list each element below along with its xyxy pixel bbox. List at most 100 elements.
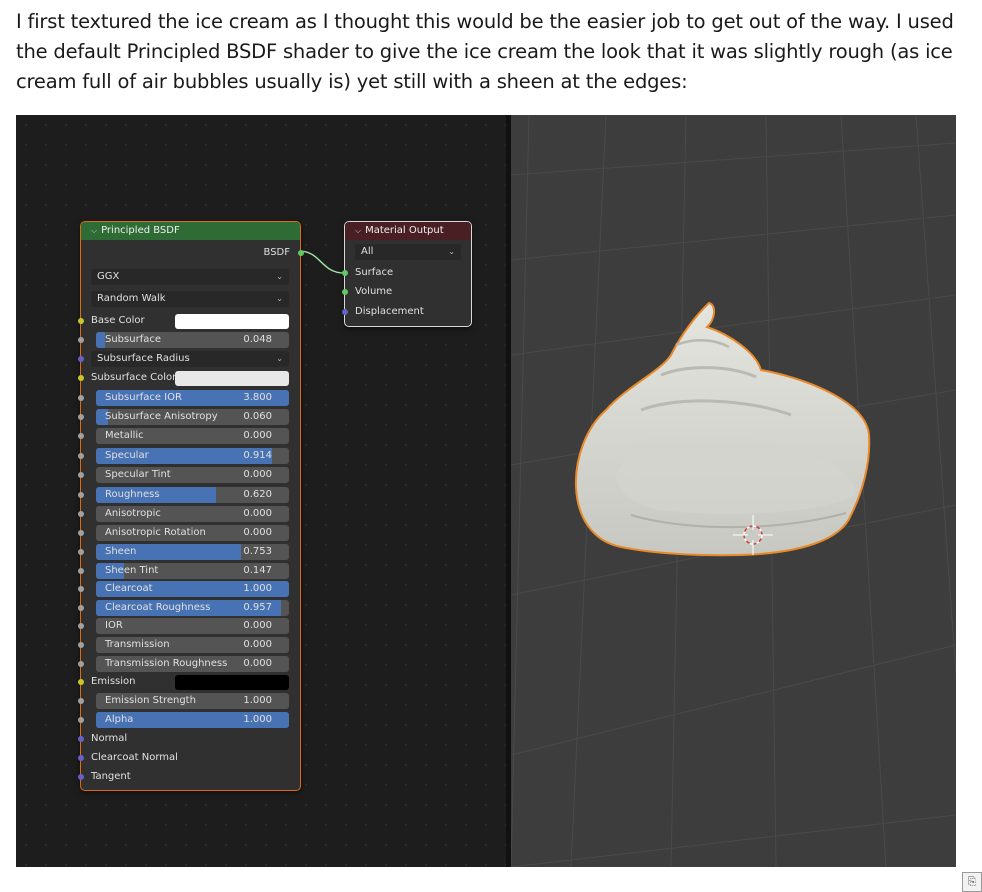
alpha-socket[interactable] bbox=[78, 717, 84, 723]
specular-tint-slider[interactable]: Specular Tint 0.000 bbox=[96, 467, 289, 483]
metallic-value: 0.000 bbox=[243, 430, 272, 441]
distribution-value: GGX bbox=[97, 271, 120, 282]
subsurface-color-row: Subsurface Color bbox=[78, 370, 300, 386]
bsdf-output-row: BSDF bbox=[81, 243, 304, 259]
sheen-row: Sheen 0.753 bbox=[78, 544, 300, 560]
alpha-label: Alpha bbox=[105, 714, 134, 725]
volume-input-row: Volume bbox=[342, 284, 471, 300]
3d-cursor-icon[interactable] bbox=[511, 115, 956, 867]
clearcoat-slider[interactable]: Clearcoat 1.000 bbox=[96, 581, 289, 597]
emission-strength-label: Emission Strength bbox=[105, 695, 196, 706]
subsurface-slider[interactable]: Subsurface 0.048 bbox=[96, 332, 289, 348]
metallic-row: Metallic 0.000 bbox=[78, 428, 300, 444]
metallic-socket[interactable] bbox=[78, 433, 84, 439]
subsurface-method-dropdown[interactable]: Random Walk ⌄ bbox=[91, 291, 289, 307]
chevron-down-icon[interactable]: ⌵ bbox=[91, 226, 97, 235]
specular-tint-row: Specular Tint 0.000 bbox=[78, 467, 300, 483]
subsurface-ior-slider[interactable]: Subsurface IOR 3.800 bbox=[96, 390, 289, 406]
material-output-header[interactable]: ⌵ Material Output bbox=[345, 222, 471, 240]
subsurface-radius-dropdown[interactable]: Subsurface Radius ⌄ bbox=[91, 351, 289, 367]
base-color-socket[interactable] bbox=[78, 318, 84, 324]
sheen-tint-row: Sheen Tint 0.147 bbox=[78, 563, 300, 579]
material-output-node[interactable]: ⌵ Material Output All ⌄ Surface Volume Di… bbox=[342, 221, 472, 327]
transmission-roughness-slider[interactable]: Transmission Roughness 0.000 bbox=[96, 656, 289, 672]
specular-tint-socket[interactable] bbox=[78, 472, 84, 478]
volume-socket[interactable] bbox=[342, 289, 348, 295]
transmission-label: Transmission bbox=[105, 639, 170, 650]
specular-tint-label: Specular Tint bbox=[105, 469, 171, 480]
distribution-dropdown[interactable]: GGX ⌄ bbox=[91, 269, 289, 285]
subsurface-method-value: Random Walk bbox=[97, 293, 166, 304]
subsurface-anisotropy-row: Subsurface Anisotropy 0.060 bbox=[78, 409, 300, 425]
anisotropic-slider[interactable]: Anisotropic 0.000 bbox=[96, 506, 289, 522]
transmission-socket[interactable] bbox=[78, 642, 84, 648]
emission-strength-value: 1.000 bbox=[243, 695, 272, 706]
metallic-slider[interactable]: Metallic 0.000 bbox=[96, 428, 289, 444]
3d-viewport[interactable] bbox=[511, 115, 956, 867]
emission-swatch[interactable] bbox=[175, 675, 289, 690]
ior-slider[interactable]: IOR 0.000 bbox=[96, 618, 289, 634]
bsdf-output-socket[interactable] bbox=[298, 250, 304, 256]
shader-node-editor[interactable]: ⌵ Principled BSDF BSDF GGX ⌄ Random Walk … bbox=[16, 115, 506, 867]
subsurface-anisotropy-socket[interactable] bbox=[78, 414, 84, 420]
tangent-row: Tangent bbox=[78, 769, 300, 785]
base-color-row: Base Color bbox=[78, 313, 300, 329]
specular-socket[interactable] bbox=[78, 453, 84, 459]
anisotropic-socket[interactable] bbox=[78, 511, 84, 517]
clearcoat-value: 1.000 bbox=[243, 583, 272, 594]
subsurface-radius-row: Subsurface Radius ⌄ bbox=[78, 351, 300, 367]
displacement-socket[interactable] bbox=[342, 309, 348, 315]
surface-socket[interactable] bbox=[342, 270, 348, 276]
clearcoat-roughness-socket[interactable] bbox=[78, 605, 84, 611]
clearcoat-normal-socket[interactable] bbox=[78, 755, 84, 761]
specular-value: 0.914 bbox=[243, 450, 272, 461]
transmission-roughness-socket[interactable] bbox=[78, 661, 84, 667]
base-color-label: Base Color bbox=[91, 315, 145, 326]
surface-label: Surface bbox=[355, 267, 394, 278]
clearcoat-roughness-label: Clearcoat Roughness bbox=[105, 602, 211, 613]
transmission-slider[interactable]: Transmission 0.000 bbox=[96, 637, 289, 653]
base-color-swatch[interactable] bbox=[175, 314, 289, 329]
clearcoat-socket[interactable] bbox=[78, 586, 84, 592]
sheen-slider[interactable]: Sheen 0.753 bbox=[96, 544, 289, 560]
normal-socket[interactable] bbox=[78, 736, 84, 742]
subsurface-color-swatch[interactable] bbox=[175, 371, 289, 386]
principled-bsdf-node[interactable]: ⌵ Principled BSDF BSDF GGX ⌄ Random Walk … bbox=[78, 221, 304, 791]
emission-strength-slider[interactable]: Emission Strength 1.000 bbox=[96, 693, 289, 709]
specular-label: Specular bbox=[105, 450, 149, 461]
sheen-label: Sheen bbox=[105, 546, 137, 557]
dropdown-arrow-icon: ⌄ bbox=[276, 272, 283, 281]
emission-socket[interactable] bbox=[78, 679, 84, 685]
alpha-slider[interactable]: Alpha 1.000 bbox=[96, 712, 289, 728]
chevron-down-icon[interactable]: ⌵ bbox=[355, 226, 361, 235]
subsurface-radius-socket[interactable] bbox=[78, 356, 84, 362]
principled-bsdf-header[interactable]: ⌵ Principled BSDF bbox=[81, 222, 300, 240]
sheen-socket[interactable] bbox=[78, 549, 84, 555]
transmission-row: Transmission 0.000 bbox=[78, 637, 300, 653]
subsurface-socket[interactable] bbox=[78, 337, 84, 343]
output-target-dropdown[interactable]: All ⌄ bbox=[355, 244, 461, 260]
emission-strength-socket[interactable] bbox=[78, 698, 84, 704]
subsurface-anisotropy-slider[interactable]: Subsurface Anisotropy 0.060 bbox=[96, 409, 289, 425]
subsurface-ior-row: Subsurface IOR 3.800 bbox=[78, 390, 300, 406]
anisotropic-rotation-socket[interactable] bbox=[78, 530, 84, 536]
paste-options-icon[interactable]: ⎘ bbox=[962, 872, 982, 892]
alpha-value: 1.000 bbox=[243, 714, 272, 725]
roughness-slider[interactable]: Roughness 0.620 bbox=[96, 487, 289, 503]
specular-slider[interactable]: Specular 0.914 bbox=[96, 448, 289, 464]
ior-socket[interactable] bbox=[78, 623, 84, 629]
subsurface-ior-socket[interactable] bbox=[78, 395, 84, 401]
anisotropic-rotation-slider[interactable]: Anisotropic Rotation 0.000 bbox=[96, 525, 289, 541]
normal-label: Normal bbox=[91, 733, 128, 744]
clearcoat-roughness-slider[interactable]: Clearcoat Roughness 0.957 bbox=[96, 600, 289, 616]
subsurface-color-socket[interactable] bbox=[78, 375, 84, 381]
subsurface-color-label: Subsurface Color bbox=[91, 372, 177, 383]
transmission-value: 0.000 bbox=[243, 639, 272, 650]
roughness-socket[interactable] bbox=[78, 492, 84, 498]
clearcoat-label: Clearcoat bbox=[105, 583, 153, 594]
specular-tint-value: 0.000 bbox=[243, 469, 272, 480]
sheen-tint-slider[interactable]: Sheen Tint 0.147 bbox=[96, 563, 289, 579]
tangent-socket[interactable] bbox=[78, 774, 84, 780]
sheen-tint-socket[interactable] bbox=[78, 568, 84, 574]
roughness-row: Roughness 0.620 bbox=[78, 487, 300, 503]
